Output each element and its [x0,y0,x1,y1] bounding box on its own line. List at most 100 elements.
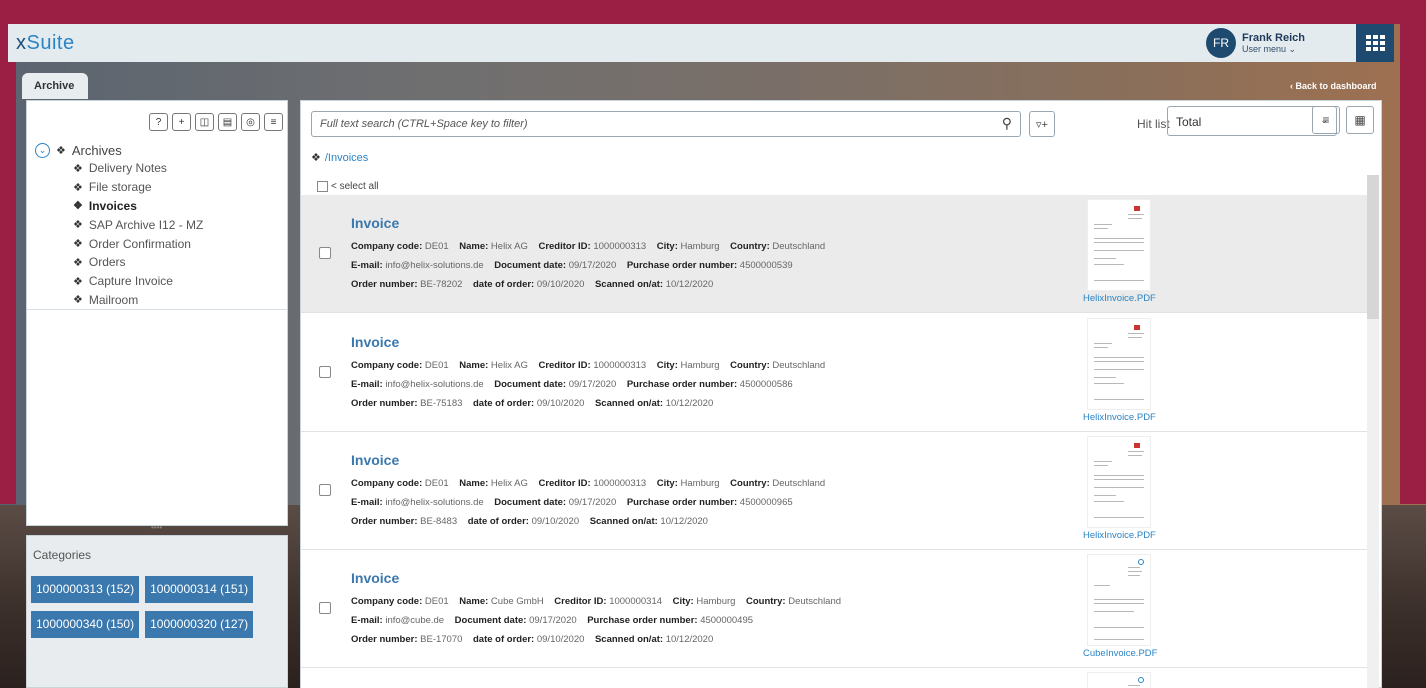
result-row[interactable]: Invoice Company code: DE01 Name: Helix A… [301,314,1367,432]
cube-icon: ❖ [73,200,83,213]
thumbnail-filename[interactable]: HelixInvoice.PDF [1083,530,1156,541]
category-chip[interactable]: 1000000314 (151) [145,576,254,603]
checkbox[interactable] [317,181,328,192]
row-checkbox[interactable] [319,484,331,496]
grid-icon [1365,35,1385,51]
cube-icon: ❖ [73,294,83,307]
result-line-3: Order number: BE-78202 date of order: 09… [351,279,714,290]
divider [27,309,287,310]
tree-toolbar: ? + ◫ ▤ ◎ ≡ [149,113,283,131]
tree-root[interactable]: ⌄ ❖ Archives [35,141,285,159]
result-title[interactable]: Invoice [351,334,399,350]
app-header: xSuite FR Frank Reich User menu ⌄ [8,24,1394,62]
search-input[interactable]: Full text search (CTRL+Space key to filt… [311,111,1021,137]
breadcrumb: ❖ /Invoices [311,151,369,165]
result-title[interactable]: Invoice [351,570,399,586]
result-row[interactable]: Invoice Company code: DE01 Name: Helix A… [301,432,1367,550]
cube-icon: ❖ [73,162,83,175]
panel-splitter[interactable]: •••• [151,523,162,532]
back-to-dashboard-link[interactable]: ‹ Back to dashboard [1290,81,1377,91]
result-line-1: Company code: DE01 Name: Cube GmbH Credi… [351,596,842,607]
category-chip[interactable]: 1000000313 (152) [31,576,140,603]
sort-button[interactable]: ≡ [1312,106,1340,134]
result-row[interactable] [301,668,1367,688]
archive-tree-panel: ? + ◫ ▤ ◎ ≡ ⌄ ❖ Archives ❖ Delivery Notes… [26,100,288,532]
category-chip[interactable]: 1000000320 (127) [145,611,254,638]
tab-archive[interactable]: Archive [22,73,88,99]
result-row[interactable]: Invoice Company code: DE01 Name: Cube Gm… [301,550,1367,668]
result-line-2: E-mail: info@helix-solutions.de Document… [351,497,793,508]
grid-view-button[interactable]: ▦ [1346,106,1374,134]
select-all-checkbox[interactable]: < select all [317,181,379,192]
row-checkbox[interactable] [319,366,331,378]
cube-icon: ❖ [56,144,66,157]
tree-item-file-storage[interactable]: ❖ File storage [35,178,285,197]
category-chips: 1000000313 (152) 1000000314 (151) 100000… [31,576,281,638]
document-thumbnail[interactable] [1087,318,1151,410]
print-icon[interactable]: ▤ [218,113,237,131]
category-chip[interactable]: 1000000340 (150) [31,611,140,638]
hitlist-label: Hit list [1137,117,1170,131]
document-thumbnail[interactable] [1087,672,1151,688]
chevron-left-icon: ‹ [1290,81,1293,91]
avatar[interactable]: FR [1206,28,1236,58]
apps-grid-button[interactable] [1356,24,1394,62]
delete-icon[interactable]: ◫ [195,113,214,131]
result-line-2: E-mail: info@helix-solutions.de Document… [351,379,793,390]
thumbnail-filename[interactable]: HelixInvoice.PDF [1083,293,1156,304]
search-icon[interactable]: ⚲ [1002,115,1012,132]
thumbnail-filename[interactable]: HelixInvoice.PDF [1083,412,1156,423]
row-checkbox[interactable] [319,602,331,614]
brand-band-left [0,24,16,504]
result-line-3: Order number: BE-75183 date of order: 09… [351,398,714,409]
tree-item-capture-invoice[interactable]: ❖ Capture Invoice [35,272,285,291]
chevron-down-icon: ⌄ [1288,43,1297,54]
filter-icon: ▿+ [1036,118,1048,131]
user-menu[interactable]: FR Frank Reich User menu ⌄ [1206,28,1305,58]
result-title[interactable]: Invoice [351,215,399,231]
user-menu-toggle[interactable]: User menu ⌄ [1242,44,1305,55]
cube-icon: ❖ [73,238,83,251]
sort-icon: ≡ [1322,113,1330,127]
result-line-3: Order number: BE-17070 date of order: 09… [351,634,714,645]
row-checkbox[interactable] [319,247,331,259]
document-thumbnail[interactable] [1087,554,1151,646]
archive-tree: ⌄ ❖ Archives ❖ Delivery Notes ❖ File stora… [35,141,285,309]
results-panel: Full text search (CTRL+Space key to filt… [300,100,1382,688]
brand-band [0,0,1426,24]
chevron-down-icon[interactable]: ⌄ [35,142,50,158]
result-title[interactable]: Invoice [351,452,399,468]
cube-icon: ❖ [73,256,83,269]
tree-item-mailroom[interactable]: ❖ Mailroom [35,291,285,310]
tree-item-order-confirmation[interactable]: ❖ Order Confirmation [35,234,285,253]
add-icon[interactable]: + [172,113,191,131]
cube-icon: ❖ [311,152,321,164]
list-icon[interactable]: ≡ [264,113,283,131]
result-line-1: Company code: DE01 Name: Helix AG Credit… [351,478,826,489]
scrollbar-thumb[interactable] [1367,175,1379,319]
brand-band-right [1400,24,1426,504]
result-row[interactable]: Invoice Company code: DE01 Name: Helix A… [301,195,1367,313]
thumbnail-filename[interactable]: CubeInvoice.PDF [1083,648,1157,659]
result-line-2: E-mail: info@helix-solutions.de Document… [351,260,793,271]
result-line-1: Company code: DE01 Name: Helix AG Credit… [351,360,826,371]
app-logo[interactable]: xSuite [16,32,75,55]
shield-icon[interactable]: ◎ [241,113,260,131]
help-icon[interactable]: ? [149,113,168,131]
cube-icon: ❖ [73,181,83,194]
document-thumbnail[interactable] [1087,436,1151,528]
filter-button[interactable]: ▿+ [1029,111,1055,137]
categories-panel: Categories 1000000313 (152) 1000000314 (… [26,535,288,688]
tree-item-sap-archive[interactable]: ❖ SAP Archive I12 - MZ [35,215,285,234]
tree-item-delivery-notes[interactable]: ❖ Delivery Notes [35,159,285,178]
result-line-2: E-mail: info@cube.de Document date: 09/1… [351,615,754,626]
cube-icon: ❖ [73,219,83,232]
tree-item-orders[interactable]: ❖ Orders [35,253,285,272]
result-line-1: Company code: DE01 Name: Helix AG Credit… [351,241,826,252]
result-line-3: Order number: BE-8483 date of order: 09/… [351,516,708,527]
user-name: Frank Reich [1242,31,1305,44]
categories-title: Categories [33,548,92,562]
tree-item-invoices[interactable]: ❖ Invoices [35,197,285,216]
document-thumbnail[interactable] [1087,199,1151,291]
search-placeholder: Full text search (CTRL+Space key to filt… [320,118,528,130]
